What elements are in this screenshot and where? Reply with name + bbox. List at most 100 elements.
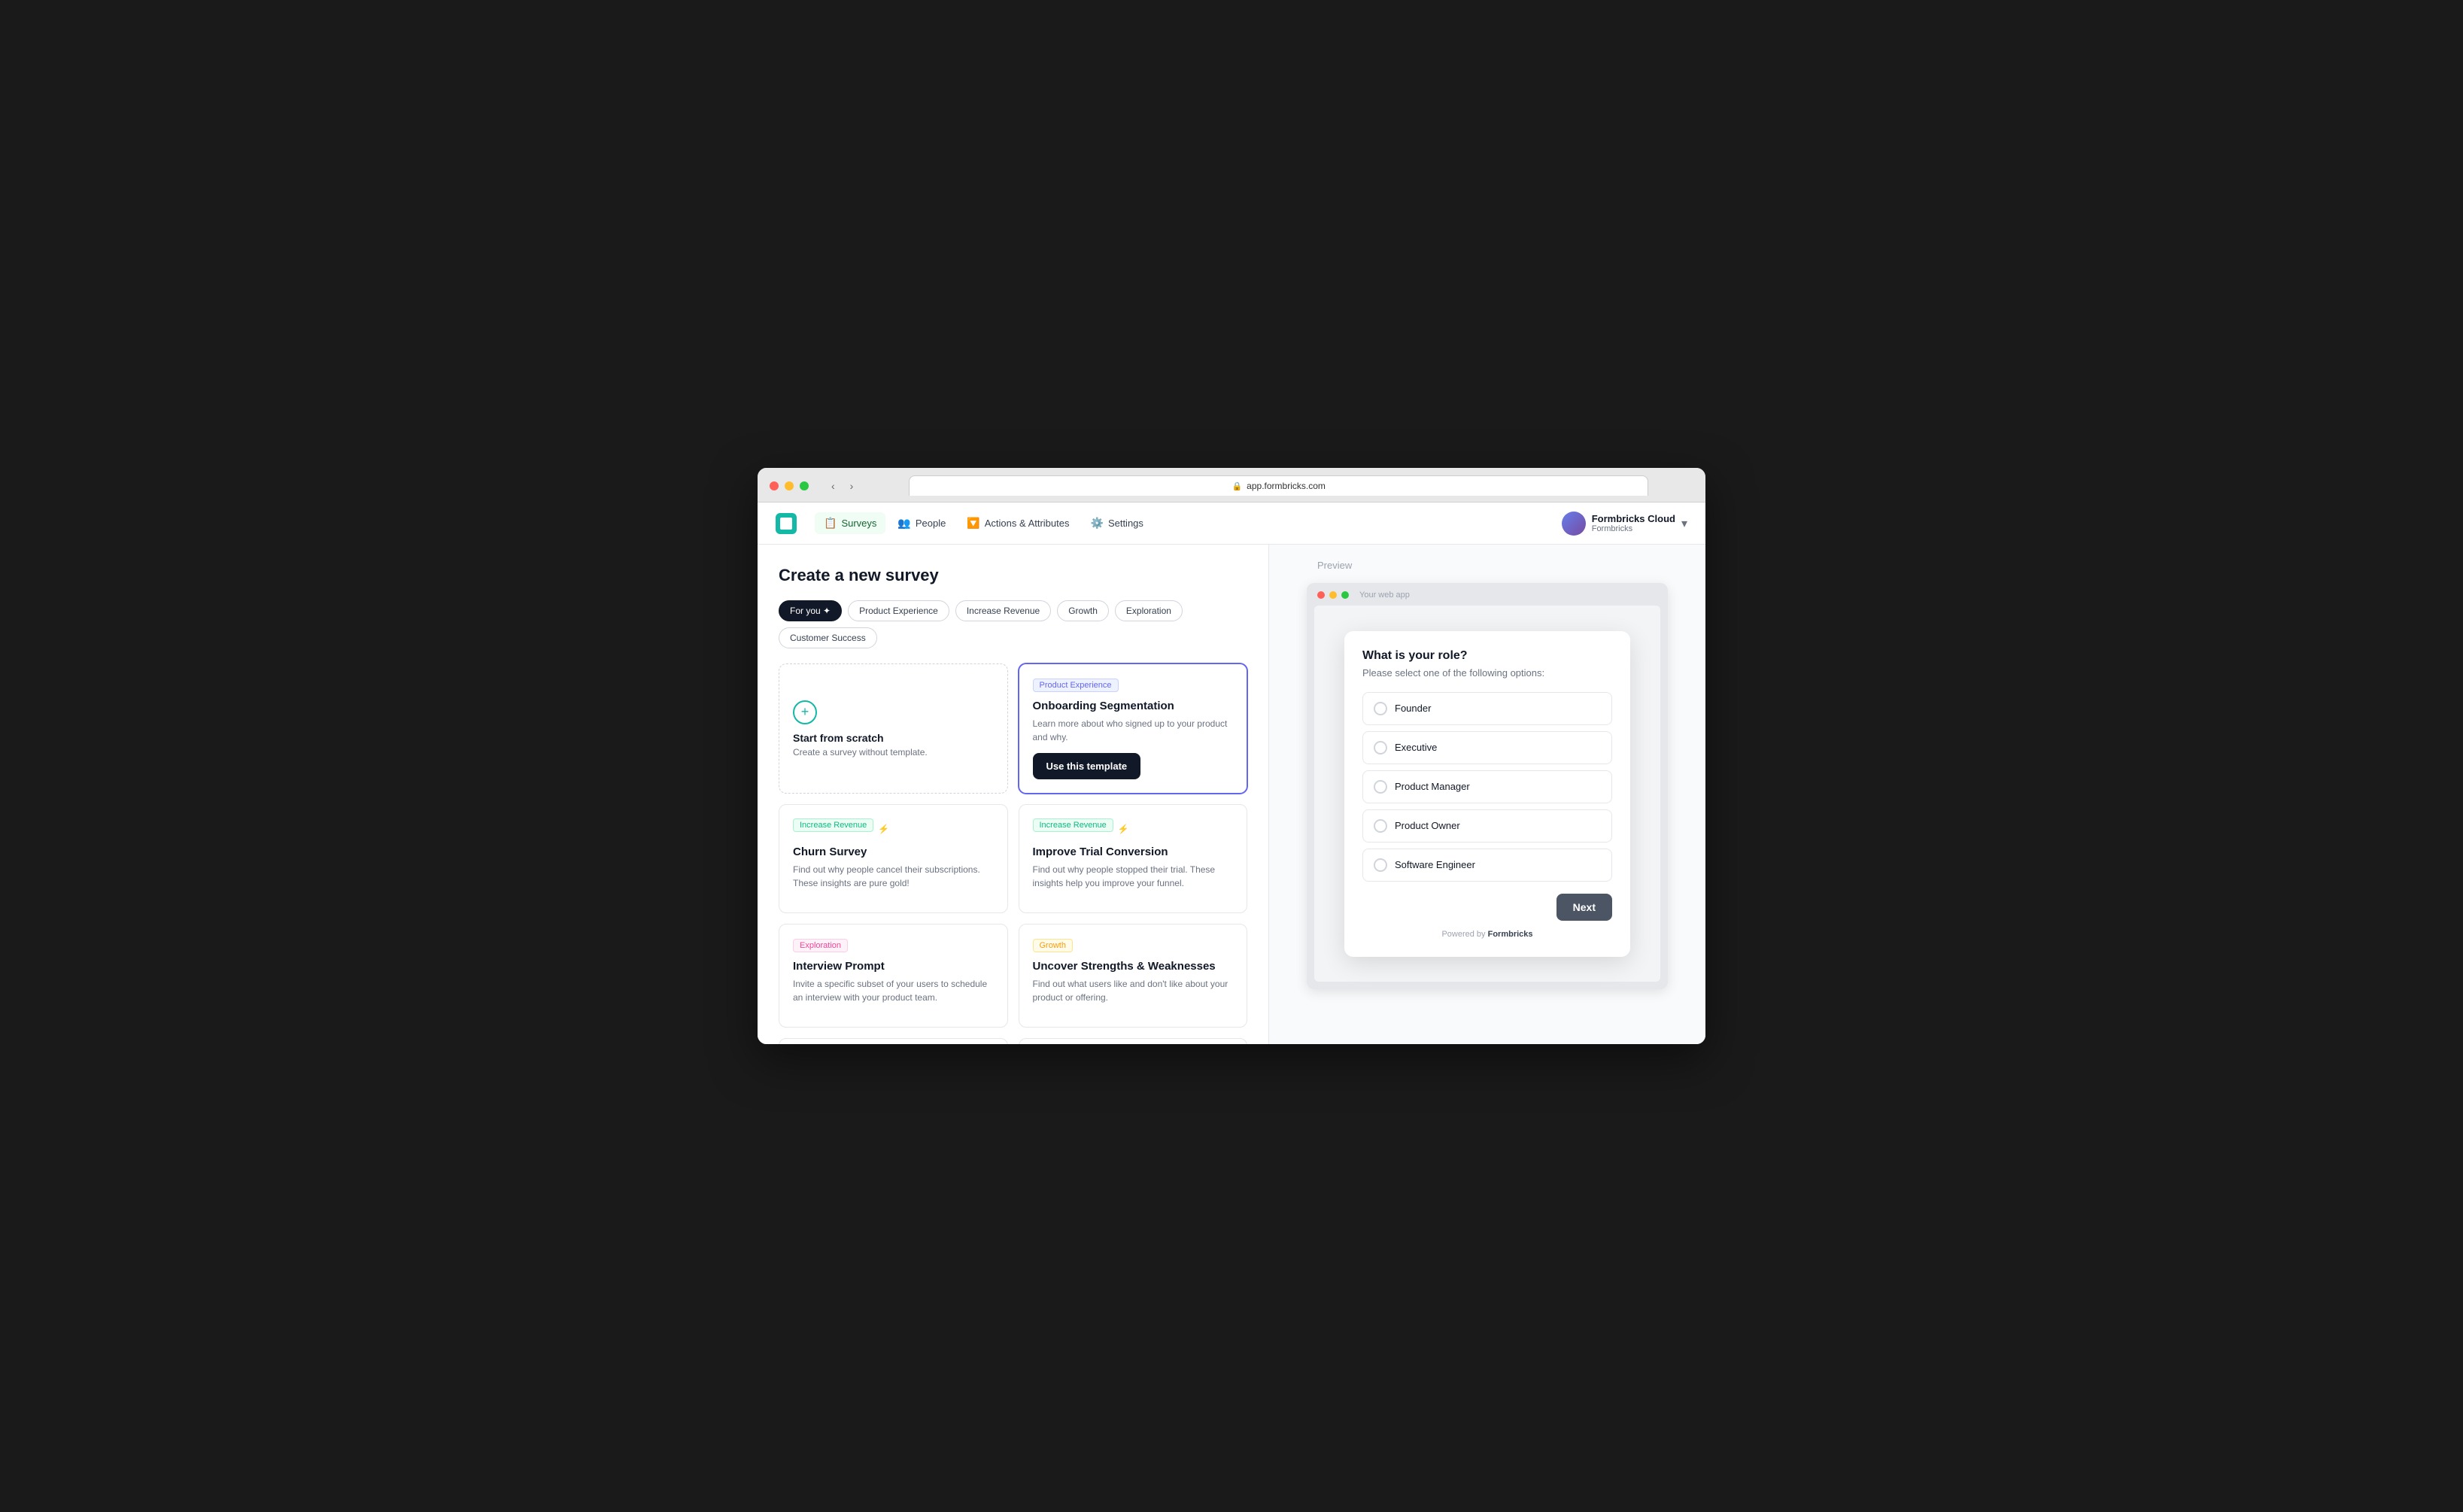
featured-badge: Product Experience: [1033, 679, 1119, 692]
user-org: Formbricks: [1592, 524, 1675, 533]
scratch-desc: Create a survey without template.: [793, 747, 928, 758]
survey-card-churn[interactable]: Increase Revenue ⚡ Churn Survey Find out…: [779, 804, 1008, 913]
preview-tl-yellow: [1329, 591, 1337, 599]
radio-circle-product-manager: [1374, 780, 1387, 794]
settings-icon: ⚙️: [1091, 517, 1104, 530]
radio-option-product-owner[interactable]: Product Owner: [1362, 809, 1612, 843]
next-button[interactable]: Next: [1556, 894, 1612, 921]
user-info: Formbricks Cloud Formbricks: [1592, 513, 1675, 533]
scratch-title: Start from scratch: [793, 732, 884, 744]
people-icon: 👥: [897, 517, 910, 530]
interview-badge: Exploration: [793, 939, 848, 952]
radio-label-product-manager: Product Manager: [1395, 781, 1470, 792]
survey-card-strengths[interactable]: Growth Uncover Strengths & Weaknesses Fi…: [1019, 924, 1248, 1028]
url-display: app.formbricks.com: [1247, 481, 1326, 491]
trial-desc: Find out why people stopped their trial.…: [1033, 863, 1234, 890]
preview-tl-red: [1317, 591, 1325, 599]
featured-card[interactable]: Product Experience Onboarding Segmentati…: [1019, 663, 1248, 794]
nav-label-people: People: [916, 518, 946, 529]
radio-circle-product-owner: [1374, 819, 1387, 833]
interview-title: Interview Prompt: [793, 960, 994, 973]
traffic-light-green: [800, 481, 809, 490]
radio-label-founder: Founder: [1395, 703, 1431, 714]
churn-badge: Increase Revenue: [793, 818, 873, 832]
preview-content: What is your role? Please select one of …: [1314, 606, 1660, 982]
churn-title: Churn Survey: [793, 846, 994, 858]
strengths-title: Uncover Strengths & Weaknesses: [1033, 960, 1234, 973]
radio-option-product-manager[interactable]: Product Manager: [1362, 770, 1612, 803]
survey-card-goals[interactable]: Product Experience Identify Customer Goa…: [1019, 1038, 1248, 1044]
nav-items: 📋 Surveys 👥 People 🔽 Actions & Attribute…: [815, 512, 1562, 534]
filter-icon-trial: ⚡: [1118, 824, 1129, 834]
trial-badge: Increase Revenue: [1033, 818, 1113, 832]
strengths-desc: Find out what users like and don't like …: [1033, 977, 1234, 1004]
logo[interactable]: [776, 513, 797, 534]
plus-icon: +: [793, 700, 817, 724]
use-template-button[interactable]: Use this template: [1033, 753, 1141, 779]
radio-circle-founder: [1374, 702, 1387, 715]
trial-title: Improve Trial Conversion: [1033, 846, 1234, 858]
radio-circle-executive: [1374, 741, 1387, 754]
surveys-icon: 📋: [824, 517, 837, 530]
filter-tab-increase-revenue[interactable]: Increase Revenue: [955, 600, 1051, 621]
filter-tabs: For you ✦ Product Experience Increase Re…: [779, 600, 1247, 648]
traffic-light-red: [770, 481, 779, 490]
radio-option-founder[interactable]: Founder: [1362, 692, 1612, 725]
survey-grid: + Start from scratch Create a survey wit…: [779, 663, 1247, 1044]
nav-item-actions[interactable]: 🔽 Actions & Attributes: [958, 512, 1078, 534]
logo-mark: [780, 518, 792, 530]
preview-tl-green: [1341, 591, 1349, 599]
featured-title: Onboarding Segmentation: [1033, 700, 1234, 712]
nav-item-people[interactable]: 👥 People: [888, 512, 955, 534]
filter-tab-growth[interactable]: Growth: [1057, 600, 1109, 621]
interview-desc: Invite a specific subset of your users t…: [793, 977, 994, 1004]
traffic-light-yellow: [785, 481, 794, 490]
nav-label-surveys: Surveys: [841, 518, 876, 529]
main-content: Create a new survey For you ✦ Product Ex…: [758, 545, 1705, 1044]
strengths-badge: Growth: [1033, 939, 1073, 952]
filter-tab-for-you[interactable]: For you ✦: [779, 600, 842, 621]
powered-by: Powered by Formbricks: [1362, 930, 1612, 939]
radio-option-executive[interactable]: Executive: [1362, 731, 1612, 764]
preview-browser: Your web app What is your role? Please s…: [1307, 583, 1668, 989]
nav-label-settings: Settings: [1108, 518, 1143, 529]
back-button[interactable]: ‹: [827, 478, 840, 493]
preview-browser-title: Your web app: [1359, 591, 1410, 600]
filter-tab-customer-success[interactable]: Customer Success: [779, 627, 877, 648]
preview-browser-bar: Your web app: [1314, 591, 1660, 600]
left-panel: Create a new survey For you ✦ Product Ex…: [758, 545, 1269, 1044]
nav-item-settings[interactable]: ⚙️ Settings: [1082, 512, 1153, 534]
modal-footer: Next: [1362, 894, 1612, 921]
featured-desc: Learn more about who signed up to your p…: [1033, 717, 1234, 744]
lock-icon: 🔒: [1232, 481, 1242, 491]
survey-card-interview[interactable]: Exploration Interview Prompt Invite a sp…: [779, 924, 1008, 1028]
survey-modal: What is your role? Please select one of …: [1344, 631, 1630, 957]
radio-option-software-engineer[interactable]: Software Engineer: [1362, 849, 1612, 882]
filter-tab-exploration[interactable]: Exploration: [1115, 600, 1183, 621]
radio-circle-software-engineer: [1374, 858, 1387, 872]
start-from-scratch-card[interactable]: + Start from scratch Create a survey wit…: [779, 663, 1008, 794]
nav-item-surveys[interactable]: 📋 Surveys: [815, 512, 885, 534]
modal-title: What is your role?: [1362, 649, 1612, 663]
chevron-down-icon[interactable]: ▾: [1681, 516, 1687, 531]
filter-tab-product-experience[interactable]: Product Experience: [848, 600, 949, 621]
survey-card-trial[interactable]: Increase Revenue ⚡ Improve Trial Convers…: [1019, 804, 1248, 913]
filter-icon-churn: ⚡: [878, 824, 889, 834]
user-name: Formbricks Cloud: [1592, 513, 1675, 524]
radio-label-executive: Executive: [1395, 742, 1437, 753]
nav-label-actions: Actions & Attributes: [985, 518, 1070, 529]
nav-right: Formbricks Cloud Formbricks ▾: [1562, 512, 1687, 536]
actions-icon: 🔽: [967, 517, 979, 530]
top-navigation: 📋 Surveys 👥 People 🔽 Actions & Attribute…: [758, 502, 1705, 545]
churn-desc: Find out why people cancel their subscri…: [793, 863, 994, 890]
page-title: Create a new survey: [779, 566, 1247, 585]
modal-subtitle: Please select one of the following optio…: [1362, 667, 1612, 679]
powered-by-text: Powered by: [1441, 930, 1487, 939]
survey-card-subscription[interactable]: Increase Revenue Changing subscription e…: [779, 1038, 1008, 1044]
radio-label-software-engineer: Software Engineer: [1395, 859, 1475, 870]
avatar: [1562, 512, 1586, 536]
powered-by-brand: Formbricks: [1488, 930, 1533, 939]
radio-label-product-owner: Product Owner: [1395, 820, 1460, 831]
forward-button[interactable]: ›: [846, 478, 858, 493]
right-panel: Preview Your web app What is your role? …: [1269, 545, 1705, 1044]
